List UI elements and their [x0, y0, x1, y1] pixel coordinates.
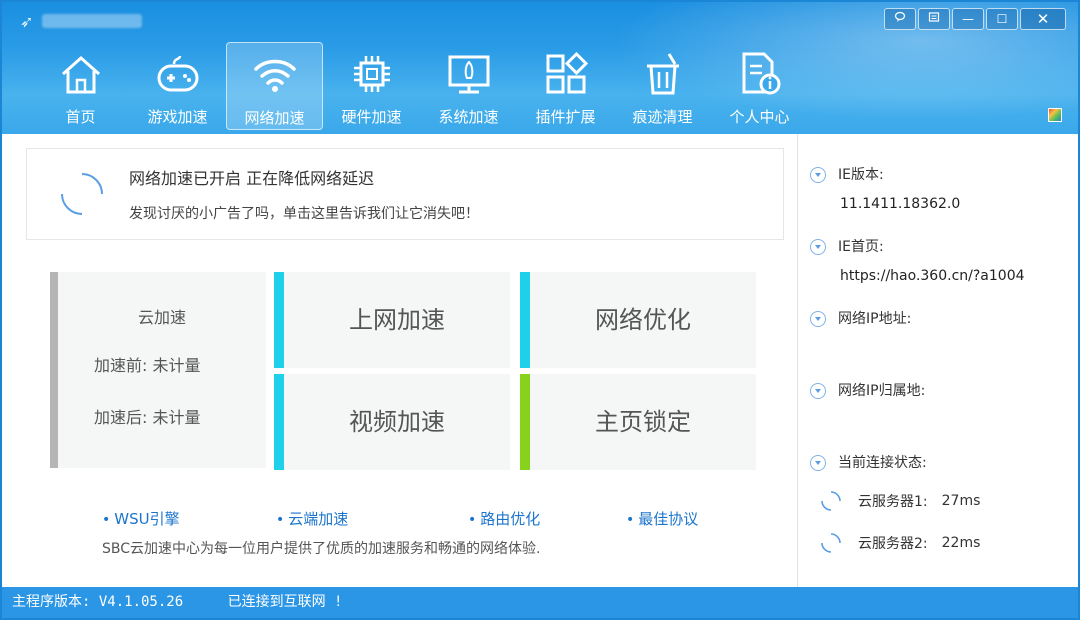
tile-network-optimize[interactable]: 网络优化: [520, 272, 756, 368]
nav-label: 系统加速: [438, 108, 499, 126]
gamepad-icon: [157, 55, 198, 92]
chip-icon: [353, 56, 390, 92]
user-doc-icon: [742, 52, 780, 95]
status-notice[interactable]: 网络加速已开启 正在降低网络延迟 发现讨厌的小广告了吗，单击这里告诉我们让它消失…: [26, 148, 784, 240]
ie-version-value: 11.1411.18362.0: [840, 196, 961, 212]
ie-home-value: https://hao.360.cn/?a1004: [840, 268, 1025, 284]
loading-spinner-icon: [821, 491, 841, 511]
loading-spinner-icon: [61, 173, 103, 215]
status-bar: 主程序版本: V4.1.05.26 已连接到互联网 !: [2, 587, 1078, 618]
server2-status: 云服务器2: 22ms: [820, 532, 980, 554]
cloud-accel-panel: 云加速 加速前: 未计量 加速后: 未计量: [50, 272, 266, 468]
cloud-before: 加速前: 未计量: [94, 356, 201, 375]
ip-location-label: 网络IP归属地:: [810, 380, 925, 400]
version-text: 主程序版本: V4.1.05.26: [12, 594, 184, 610]
nav-trace-clean[interactable]: 痕迹清理: [614, 42, 711, 130]
header: ➶ — ☐ ✕ 首页 游戏加速 网络加速 硬件加速 系统加速 插件扩展 痕迹清理…: [2, 2, 1078, 134]
wifi-icon: [253, 59, 296, 92]
skin-icon[interactable]: [1048, 108, 1062, 122]
nav-label: 网络加速: [244, 109, 305, 127]
tile-homepage-lock[interactable]: 主页锁定: [520, 374, 756, 470]
nav-label: 痕迹清理: [632, 108, 693, 126]
window-controls: — ☐ ✕: [884, 8, 1066, 30]
menu-icon[interactable]: [918, 8, 950, 30]
nav-label: 插件扩展: [535, 108, 596, 126]
chevron-down-icon[interactable]: [810, 167, 826, 183]
left-panel: 网络加速已开启 正在降低网络延迟 发现讨厌的小广告了吗，单击这里告诉我们让它消失…: [2, 134, 797, 587]
nav-plugin-ext[interactable]: 插件扩展: [517, 42, 614, 130]
close-button[interactable]: ✕: [1020, 8, 1066, 30]
notice-subtitle-link[interactable]: 发现讨厌的小广告了吗，单击这里告诉我们让它消失吧！: [129, 203, 479, 223]
nav-hardware-accel[interactable]: 硬件加速: [323, 42, 420, 130]
nav-label: 首页: [65, 108, 96, 126]
connection-status-label: 当前连接状态:: [810, 452, 927, 472]
plugin-icon: [546, 51, 588, 94]
ie-version-label: IE版本:: [810, 164, 884, 184]
cloud-title: 云加速: [137, 308, 186, 327]
feedback-icon[interactable]: [884, 8, 916, 30]
server1-status: 云服务器1: 27ms: [820, 490, 980, 512]
nav-network-accel[interactable]: 网络加速: [226, 42, 323, 130]
tile-video-accel[interactable]: 视频加速: [274, 374, 510, 470]
description-text: SBC云加速中心为每一位用户提供了优质的加速服务和畅通的网络体验.: [102, 541, 541, 557]
nav-system-accel[interactable]: 系统加速: [420, 42, 517, 130]
minimize-button[interactable]: —: [952, 8, 984, 30]
nav-label: 游戏加速: [147, 108, 208, 126]
maximize-button[interactable]: ☐: [986, 8, 1018, 30]
ip-address-label: 网络IP地址:: [810, 308, 911, 328]
notice-title: 网络加速已开启 正在降低网络延迟: [129, 169, 375, 188]
chevron-down-icon[interactable]: [810, 239, 826, 255]
main-nav: 首页 游戏加速 网络加速 硬件加速 系统加速 插件扩展 痕迹清理 个人中心: [32, 42, 808, 130]
cloud-after: 加速后: 未计量: [94, 408, 201, 427]
ie-home-label: IE首页:: [810, 236, 884, 256]
info-panel: IE版本: 11.1411.18362.0 IE首页: https://hao.…: [797, 134, 1078, 587]
link-wsu-engine[interactable]: • WSU引擎: [102, 508, 180, 529]
nav-game-accel[interactable]: 游戏加速: [129, 42, 226, 130]
chevron-down-icon[interactable]: [810, 455, 826, 471]
nav-personal-center[interactable]: 个人中心: [711, 42, 808, 130]
app-title-blurred: [42, 14, 142, 28]
nav-label: 个人中心: [729, 108, 790, 126]
app-window: ➶ — ☐ ✕ 首页 游戏加速 网络加速 硬件加速 系统加速 插件扩展 痕迹清理…: [0, 0, 1080, 620]
tile-web-accel[interactable]: 上网加速: [274, 272, 510, 368]
link-cloud-accel[interactable]: • 云端加速: [276, 508, 348, 529]
chevron-down-icon[interactable]: [810, 311, 826, 327]
home-icon: [61, 55, 100, 94]
rocket-monitor-icon: [448, 55, 489, 94]
loading-spinner-icon: [821, 533, 841, 553]
main-content: 网络加速已开启 正在降低网络延迟 发现讨厌的小广告了吗，单击这里告诉我们让它消失…: [2, 134, 1078, 587]
chevron-down-icon[interactable]: [810, 383, 826, 399]
link-best-protocol[interactable]: • 最佳协议: [626, 508, 698, 529]
nav-home[interactable]: 首页: [32, 42, 129, 130]
connection-text: 已连接到互联网 !: [227, 594, 343, 610]
nav-label: 硬件加速: [341, 108, 402, 126]
link-router-optimize[interactable]: • 路由优化: [468, 508, 540, 529]
trash-icon: [646, 53, 679, 95]
logo-icon: ➶: [20, 12, 34, 31]
feature-links: • WSU引擎 • 云端加速 • 路由优化 • 最佳协议: [102, 508, 752, 532]
